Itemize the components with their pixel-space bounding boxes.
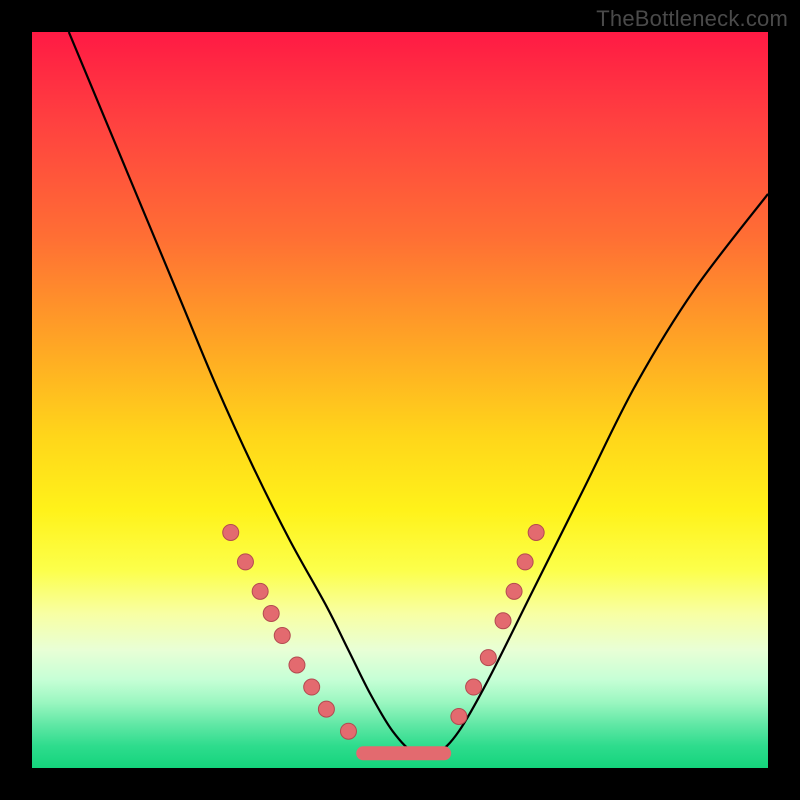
chart-frame: TheBottleneck.com xyxy=(0,0,800,800)
marker-dot xyxy=(237,554,253,570)
bottleneck-curve-path xyxy=(69,32,768,756)
watermark-text: TheBottleneck.com xyxy=(596,6,788,32)
marker-dot xyxy=(289,657,305,673)
marker-dot xyxy=(340,723,356,739)
marker-dot xyxy=(517,554,533,570)
marker-dot xyxy=(495,613,511,629)
marker-dot xyxy=(318,701,334,717)
marker-dot xyxy=(528,524,544,540)
marker-dot xyxy=(274,628,290,644)
marker-dot xyxy=(263,605,279,621)
marker-dot xyxy=(506,583,522,599)
plot-area xyxy=(32,32,768,768)
marker-dot xyxy=(304,679,320,695)
marker-dot xyxy=(223,524,239,540)
marker-dots-group xyxy=(223,524,544,739)
bottleneck-curve-svg xyxy=(32,32,768,768)
marker-dot xyxy=(466,679,482,695)
marker-dot xyxy=(252,583,268,599)
marker-dot xyxy=(451,708,467,724)
marker-dot xyxy=(480,650,496,666)
